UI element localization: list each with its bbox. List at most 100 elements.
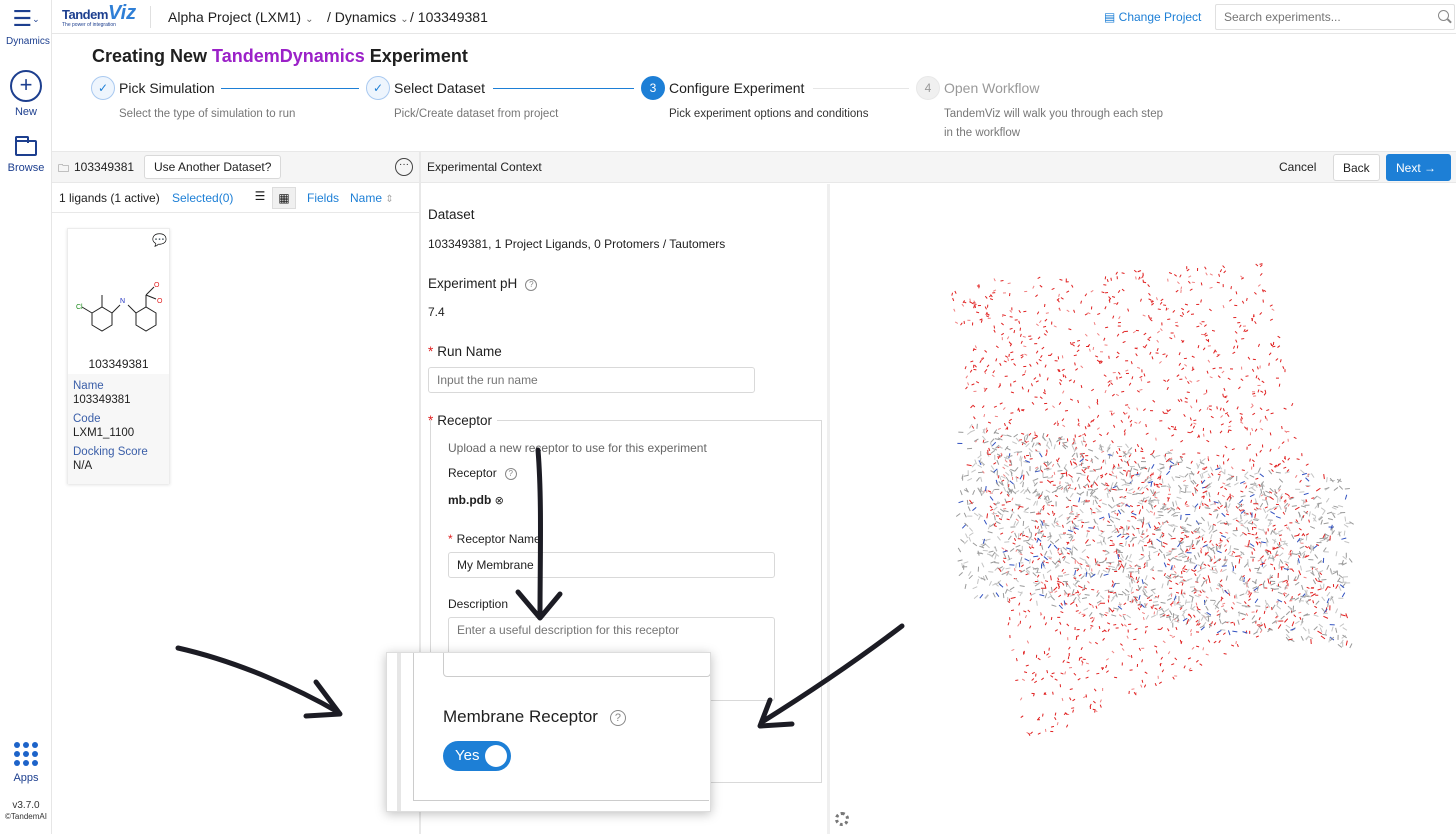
ligand-id: 103349381	[88, 357, 149, 371]
check-icon: ✓	[91, 76, 115, 100]
receptor-section-label: * Receptor	[428, 413, 493, 428]
apps-grid-icon	[14, 742, 38, 766]
dataset-value: 103349381, 1 Project Ligands, 0 Protomer…	[428, 237, 726, 251]
browse-button[interactable]: Browse	[4, 136, 48, 174]
dataset-name: 103349381	[74, 160, 135, 174]
ligand-meta: Name 103349381 Code LXM1_1100 Docking Sc…	[68, 374, 169, 484]
remove-file-icon[interactable]: ⊗	[495, 495, 504, 507]
step-number: 4	[916, 76, 940, 100]
module-name: / Dynamics	[327, 9, 397, 25]
step-number: 3	[641, 76, 665, 100]
step-connector	[493, 88, 634, 89]
ligand-count: 1 ligands (1 active)	[59, 191, 160, 205]
receptor-name-label: * Receptor Name	[448, 532, 541, 546]
project-name: Alpha Project (LXM1)	[168, 9, 302, 25]
receptor-name-input[interactable]	[448, 552, 775, 578]
arrow-left	[175, 645, 341, 715]
comment-icon[interactable]: 💬	[152, 233, 167, 247]
ph-value: 7.4	[428, 305, 445, 319]
search-icon[interactable]	[1438, 10, 1449, 21]
ligand-card[interactable]: 💬 Cl N O O 103349381 Name 103349381 Code	[67, 228, 170, 484]
step-desc: TandemViz will walk you through each ste…	[944, 108, 1164, 139]
new-label: New	[14, 106, 37, 118]
gear-icon[interactable]	[835, 812, 849, 826]
chevron-down-icon: ⌄	[400, 14, 409, 25]
new-button[interactable]: + New	[4, 70, 48, 118]
divider	[150, 6, 151, 28]
context-bar: Experimental Context Cancel Back Next →	[421, 151, 1456, 183]
arrowhead-left	[303, 679, 343, 719]
step-desc: Pick experiment options and conditions	[669, 108, 869, 120]
list-view-icon[interactable]: ☰	[248, 189, 272, 209]
module-selector[interactable]: / Dynamics ⌄	[327, 9, 409, 25]
folder-icon: 🗀	[58, 163, 69, 175]
app-root: ☰⌄ Dynamics + New Browse Apps v3.7.0 ©Ta…	[0, 0, 1456, 834]
page-title: Creating New TandemDynamics Experiment	[92, 46, 468, 66]
project-selector[interactable]: Alpha Project (LXM1) ⌄	[168, 9, 313, 25]
back-button[interactable]: Back	[1333, 154, 1380, 181]
run-name-label: * Run Name	[428, 344, 502, 359]
run-name-input[interactable]	[428, 367, 755, 393]
cancel-button[interactable]: Cancel	[1279, 160, 1316, 174]
sort-name-link[interactable]: Name ⇕	[350, 191, 394, 205]
product-name: TandemDynamics	[212, 46, 365, 66]
menu-button[interactable]: ☰⌄ Dynamics	[6, 6, 50, 48]
description-label: Description	[448, 597, 509, 611]
context-title: Experimental Context	[427, 160, 542, 174]
step-title: Select Dataset	[394, 80, 486, 96]
toggle-knob	[485, 745, 507, 767]
molecule-viewer[interactable]	[830, 184, 1456, 834]
menu-label: Dynamics	[6, 36, 50, 47]
help-icon[interactable]: ?	[609, 710, 626, 726]
clipboard-icon: ▤	[1104, 10, 1119, 24]
help-icon[interactable]: ?	[525, 279, 538, 291]
grid-view-icon[interactable]: ▦	[272, 187, 296, 209]
fieldset-border	[497, 420, 822, 421]
experiment-crumb: / 103349381	[410, 9, 488, 25]
svg-text:O: O	[157, 298, 163, 305]
fields-link[interactable]: Fields	[307, 191, 339, 205]
help-icon[interactable]: ?	[504, 468, 517, 480]
apps-button[interactable]: Apps	[4, 742, 48, 784]
step-connector	[221, 88, 359, 89]
top-bar: Tandem Viz The power of integration Alph…	[52, 0, 1456, 34]
callout-edge	[397, 653, 401, 811]
receptor-file: mb.pdb ⊗	[448, 493, 504, 507]
ligand-toolbar: 1 ligands (1 active) Selected(0) ☰ ▦ Fie…	[52, 184, 419, 213]
molecule-render	[951, 263, 1354, 736]
molecule-structure: Cl N O O	[76, 282, 163, 332]
version-text: v3.7.0	[12, 800, 40, 811]
apps-label: Apps	[13, 772, 39, 784]
left-rail: ☰⌄ Dynamics + New Browse Apps v3.7.0 ©Ta…	[0, 0, 52, 834]
hamburger-icon: ☰⌄	[12, 6, 40, 31]
ph-label: Experiment pH?	[428, 276, 538, 291]
tandemviz-logo[interactable]: Tandem Viz The power of integration	[62, 2, 142, 28]
browse-label: Browse	[7, 162, 45, 174]
dataset-label: Dataset	[428, 207, 475, 222]
copyright-text: ©TandemAI	[5, 812, 47, 821]
change-project-link[interactable]: ▤ Change Project	[1104, 10, 1201, 24]
step-title: Pick Simulation	[119, 80, 215, 96]
next-button[interactable]: Next →	[1386, 154, 1451, 181]
svg-text:N: N	[120, 298, 125, 305]
chevron-down-icon: ⌄	[305, 14, 314, 25]
membrane-receptor-label: Membrane Receptor?	[443, 707, 626, 727]
receptor-label: Receptor?	[448, 466, 517, 480]
use-another-dataset-button[interactable]: Use Another Dataset?	[144, 155, 282, 179]
plus-icon: +	[10, 70, 42, 102]
svg-text:Cl: Cl	[76, 304, 83, 311]
step-connector	[813, 88, 909, 89]
callout-textarea-edge	[443, 653, 710, 677]
step-title: Open Workflow	[944, 80, 1040, 96]
more-options-icon[interactable]: ···	[395, 158, 413, 176]
svg-text:O: O	[154, 282, 160, 289]
selected-link[interactable]: Selected(0)	[172, 191, 233, 205]
step-desc: Select the type of simulation to run	[119, 108, 296, 120]
dataset-bar: 🗀 103349381 Use Another Dataset? ···	[52, 151, 419, 183]
membrane-receptor-toggle[interactable]: Yes	[443, 741, 511, 771]
folder-icon	[15, 136, 37, 156]
search-input[interactable]	[1215, 4, 1455, 30]
zoom-callout: Membrane Receptor? Yes	[386, 652, 711, 812]
step-desc: Pick/Create dataset from project	[394, 108, 559, 120]
step-title: Configure Experiment	[669, 80, 805, 96]
